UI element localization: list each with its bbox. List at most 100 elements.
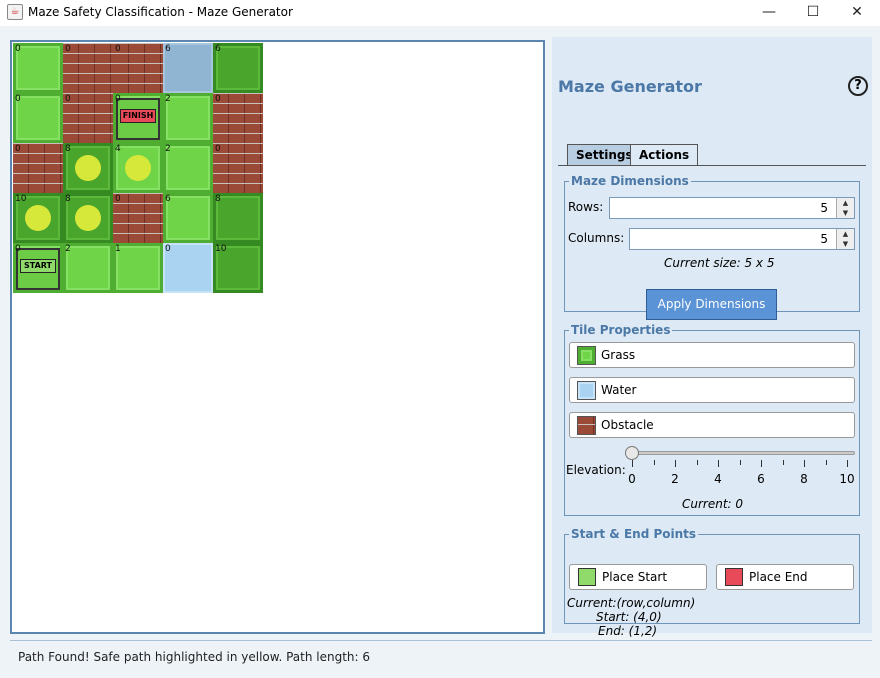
maze-tile[interactable]: 8 — [63, 193, 113, 243]
maze-tile[interactable]: 2 — [63, 243, 113, 293]
maze-tile[interactable]: 6 — [163, 193, 213, 243]
finish-sign-label: FINISH — [120, 109, 156, 123]
maze-tile[interactable]: 0 — [13, 43, 63, 93]
tile-elevation: 8 — [65, 194, 71, 204]
tile-elevation: 0 — [15, 94, 21, 104]
columns-value[interactable]: 5 — [820, 232, 828, 246]
place-end-label: Place End — [749, 570, 808, 584]
water-label: Water — [601, 383, 637, 397]
tile-elevation: 0 — [115, 194, 121, 204]
elevation-tick — [718, 460, 719, 467]
tile-elevation: 8 — [215, 194, 221, 204]
tile-elevation: 0 — [65, 94, 71, 104]
rows-spinner-arrows[interactable]: ▲ ▼ — [836, 198, 854, 218]
window-client: 0 0 0 6 6 0 0 FINISH 0 2 0 0 8 4 2 0 10 8 0 6 8 START 0 2 1 0 10 M… — [0, 26, 880, 678]
columns-spinner[interactable]: 5 ▲ ▼ — [629, 228, 855, 250]
maze-tile[interactable]: 0 — [13, 143, 63, 193]
place-start-button[interactable]: Place Start — [569, 564, 707, 590]
tile-elevation: 10 — [15, 194, 27, 204]
tile-elevation: 10 — [215, 244, 227, 254]
elevation-tick — [675, 460, 676, 467]
maze-tile[interactable]: 6 — [163, 43, 213, 93]
title-bar: ☕ Maze Safety Classification - Maze Gene… — [0, 0, 880, 26]
grass-tile-button[interactable]: Grass — [569, 342, 855, 368]
elevation-tick — [632, 460, 633, 467]
columns-spinner-arrows[interactable]: ▲ ▼ — [836, 229, 854, 249]
elevation-tick-label: 8 — [800, 472, 808, 486]
elevation-tick — [739, 460, 741, 465]
start-end-points-legend: Start & End Points — [571, 527, 697, 541]
obstacle-tile-button[interactable]: Obstacle — [569, 412, 855, 438]
maze-tile[interactable]: 8 — [213, 193, 263, 243]
elevation-tick — [653, 460, 655, 465]
tile-elevation: 0 — [215, 94, 221, 104]
maze-tile[interactable]: 0 — [63, 93, 113, 143]
maze-tile[interactable]: 0 — [113, 43, 163, 93]
maze-tile[interactable]: 0 — [63, 43, 113, 93]
start-end-points-group: Start & End Points Place Start Place End… — [564, 527, 860, 638]
maze-tile[interactable]: 10 — [13, 193, 63, 243]
tile-elevation: 2 — [165, 144, 171, 154]
tile-properties-legend: Tile Properties — [571, 323, 671, 337]
maze-tile[interactable]: FINISH 0 — [113, 93, 163, 143]
maze-tile[interactable]: 6 — [213, 43, 263, 93]
grass-label: Grass — [601, 348, 636, 362]
elevation-tick — [761, 460, 762, 467]
tile-elevation: 0 — [15, 44, 21, 54]
rows-value[interactable]: 5 — [820, 201, 828, 215]
minimize-button[interactable]: — — [746, 0, 792, 26]
maze-tile[interactable]: 0 — [113, 193, 163, 243]
maze-tile[interactable]: 1 — [113, 243, 163, 293]
grass-swatch-icon — [577, 346, 596, 365]
close-button[interactable]: ✕ — [834, 0, 880, 26]
maze-tile[interactable]: 2 — [163, 143, 213, 193]
tile-elevation: 0 — [115, 94, 121, 104]
elevation-current-text: Current: 0 — [682, 497, 744, 511]
help-icon[interactable]: ? — [848, 76, 868, 96]
maze-tile[interactable]: 8 — [63, 143, 113, 193]
maze-tile[interactable]: 0 — [13, 93, 63, 143]
water-swatch-icon — [577, 381, 596, 400]
rows-spinner[interactable]: 5 ▲ ▼ — [609, 197, 855, 219]
settings-panel: Maze Generator ? Settings Actions Maze D… — [552, 37, 872, 638]
tile-elevation: 1 — [115, 244, 121, 254]
tile-elevation: 2 — [165, 94, 171, 104]
maze-canvas[interactable]: 0 0 0 6 6 0 0 FINISH 0 2 0 0 8 4 2 0 10 8 0 6 8 START 0 2 1 0 10 — [10, 40, 545, 634]
maze-tile[interactable]: 0 — [213, 143, 263, 193]
java-cup-icon: ☕ — [7, 4, 23, 20]
tile-properties-group: Tile Properties Grass Water Obstacle Ele… — [564, 323, 860, 516]
maze-tile[interactable]: 0 — [213, 93, 263, 143]
maze-tile[interactable]: START 0 — [13, 243, 63, 293]
start-sign-label: START — [20, 259, 56, 273]
tile-elevation: 0 — [15, 244, 21, 254]
tab-actions[interactable]: Actions — [630, 144, 699, 166]
maze-tile[interactable]: 2 — [163, 93, 213, 143]
apply-dimensions-button[interactable]: Apply Dimensions — [646, 289, 777, 320]
tab-divider — [558, 165, 866, 166]
start-point-text: Start: (4,0) — [596, 610, 662, 624]
panel-heading: Maze Generator — [558, 77, 702, 96]
safe-path-marker — [75, 155, 101, 181]
elevation-tick — [847, 460, 848, 467]
water-tile-button[interactable]: Water — [569, 377, 855, 403]
status-bar-text: Path Found! Safe path highlighted in yel… — [18, 650, 371, 664]
elevation-tick-label: 0 — [628, 472, 636, 486]
tile-elevation: 0 — [15, 144, 21, 154]
tile-elevation: 0 — [115, 44, 121, 54]
place-end-button[interactable]: Place End — [716, 564, 854, 590]
maze-tile[interactable]: 10 — [213, 243, 263, 293]
place-start-label: Place Start — [602, 570, 668, 584]
obstacle-label: Obstacle — [601, 418, 654, 432]
safe-path-marker — [125, 155, 151, 181]
end-point-text: End: (1,2) — [598, 624, 658, 638]
elevation-slider-thumb[interactable] — [625, 446, 639, 460]
current-points-label: Current:(row,column) — [567, 596, 696, 610]
tile-elevation: 6 — [165, 44, 171, 54]
maze-tile[interactable]: 0 — [163, 243, 213, 293]
maze-tile[interactable]: 4 — [113, 143, 163, 193]
elevation-slider[interactable] — [632, 451, 855, 455]
elevation-label: Elevation: — [566, 463, 626, 477]
tile-elevation: 0 — [215, 144, 221, 154]
elevation-tick — [696, 460, 698, 465]
maximize-button[interactable]: ☐ — [790, 0, 836, 26]
